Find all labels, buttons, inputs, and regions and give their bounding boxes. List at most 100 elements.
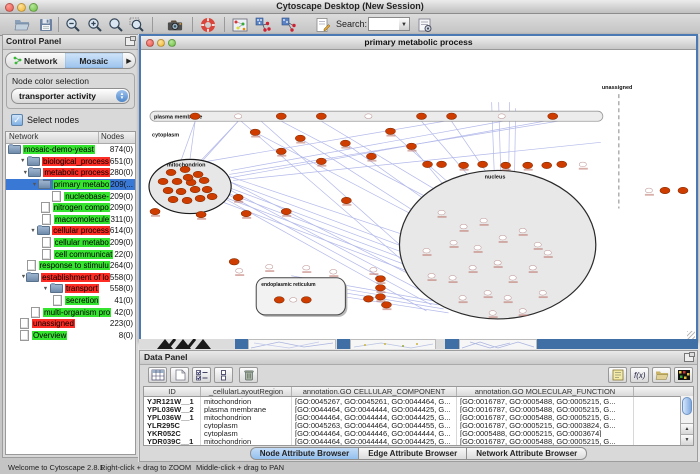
tree-row[interactable]: secretion41(0): [6, 295, 135, 307]
tree-row-label[interactable]: unassigned: [32, 319, 75, 328]
network-node[interactable]: [180, 166, 190, 172]
network-node[interactable]: [190, 186, 200, 192]
network-node[interactable]: [235, 114, 242, 119]
network-node[interactable]: [469, 265, 476, 270]
network-node[interactable]: [459, 296, 466, 301]
network-node[interactable]: [460, 224, 467, 229]
table-row[interactable]: YPL036W__2plasma membrane[GO:0044464, GO…: [144, 405, 693, 413]
background-window-preview[interactable]: [459, 339, 537, 349]
tree-row-label[interactable]: mosaic-demo-yeast: [23, 145, 95, 154]
tree-row[interactable]: ▼establishment of lo558(0): [6, 272, 135, 284]
tree-row[interactable]: nitrogen compo209(0): [6, 202, 135, 214]
vizmapper-nodes-button[interactable]: [253, 16, 273, 33]
network-node[interactable]: [529, 265, 536, 270]
network-node[interactable]: [276, 148, 286, 154]
table-vertical-scrollbar[interactable]: ▲ ▼: [680, 396, 693, 445]
background-window[interactable]: [445, 339, 459, 349]
tree-expand-icon[interactable]: ▼: [29, 228, 38, 234]
table-row[interactable]: YPL036W__1mitochondrion[GO:0044464, GO:0…: [144, 413, 693, 421]
tree-row[interactable]: mosaic-demo-yeast874(0): [6, 144, 135, 156]
tree-column-network[interactable]: Network: [6, 132, 99, 143]
network-node[interactable]: [370, 267, 377, 272]
zoom-selected-button[interactable]: [127, 16, 147, 33]
attribute-table-button[interactable]: [148, 367, 167, 383]
network-canvas[interactable]: plasma membrane cytoplasm mitochondrion …: [141, 50, 696, 340]
tree-row-label[interactable]: secretion: [65, 296, 99, 305]
tab-node-attribute-browser[interactable]: Node Attribute Browser: [250, 447, 360, 460]
scroll-up-icon[interactable]: ▲: [681, 423, 693, 434]
edit-network-button[interactable]: [313, 16, 333, 33]
network-node[interactable]: [236, 268, 243, 273]
network-node[interactable]: [316, 113, 326, 119]
tree-expand-icon[interactable]: ▼: [31, 182, 37, 188]
network-edge[interactable]: [223, 185, 406, 253]
network-node[interactable]: [579, 162, 586, 167]
window-titlebar[interactable]: Cytoscape Desktop (New Session): [0, 0, 700, 14]
background-window[interactable]: [337, 339, 350, 349]
network-node[interactable]: [366, 153, 376, 159]
tree-row[interactable]: nucleobase-209(0): [6, 190, 135, 202]
float-panel-icon[interactable]: [125, 37, 135, 46]
tree-row-label[interactable]: nitrogen compo: [53, 203, 110, 212]
nucleus-compartment[interactable]: [399, 170, 595, 319]
tab-network-attribute-browser[interactable]: Network Attribute Browser: [467, 447, 587, 460]
advanced-search-button[interactable]: [415, 16, 435, 33]
column-header[interactable]: annotation.GO MOLECULAR_FUNCTION: [457, 387, 634, 396]
tab-edge-attribute-browser[interactable]: Edge Attribute Browser: [359, 447, 467, 460]
network-overview-button[interactable]: [230, 16, 250, 33]
network-view-window[interactable]: primary metabolic process plasma membran…: [139, 34, 698, 342]
network-node[interactable]: [303, 265, 310, 270]
select-nodes-checkbox[interactable]: ✓: [11, 114, 23, 126]
table-row[interactable]: YDR039C__1mitochondrion[GO:0044464, GO:0…: [144, 437, 693, 445]
network-edge[interactable]: [201, 121, 238, 160]
zoom-fit-button[interactable]: [106, 16, 126, 33]
network-node[interactable]: [363, 296, 373, 302]
vizmapper-edges-button[interactable]: [279, 16, 299, 33]
column-header[interactable]: ID: [144, 387, 201, 396]
search-dropdown-button[interactable]: ▼: [399, 17, 410, 31]
tab-mosaic[interactable]: Mosaic: [65, 53, 124, 68]
tree-row-label[interactable]: response to stimulu: [39, 261, 110, 270]
network-node[interactable]: [519, 228, 526, 233]
tree-row[interactable]: ▼transport558(0): [6, 283, 135, 295]
network-node[interactable]: [423, 248, 430, 253]
zoom-out-button[interactable]: [63, 16, 83, 33]
table-row[interactable]: YJR121W__1mitochondrion[GO:0045267, GO:0…: [144, 397, 693, 405]
network-node[interactable]: [498, 114, 505, 119]
network-node[interactable]: [176, 188, 186, 194]
network-node[interactable]: [381, 302, 391, 308]
network-node[interactable]: [499, 235, 506, 240]
network-node[interactable]: [489, 311, 496, 316]
attribute-notes-button[interactable]: [608, 367, 627, 383]
zoom-in-button[interactable]: [85, 16, 105, 33]
network-node[interactable]: [375, 276, 385, 282]
plasma-membrane-compartment[interactable]: [150, 111, 603, 121]
network-node[interactable]: [168, 196, 178, 202]
network-node[interactable]: [274, 297, 284, 303]
network-node[interactable]: [229, 259, 239, 265]
network-window-titlebar[interactable]: primary metabolic process: [141, 36, 696, 50]
network-node[interactable]: [290, 298, 297, 303]
network-node[interactable]: [523, 162, 533, 168]
network-node[interactable]: [484, 291, 491, 296]
network-node[interactable]: [539, 291, 546, 296]
tree-row-label[interactable]: biological_process: [42, 157, 110, 166]
network-node[interactable]: [438, 210, 445, 215]
tree-row[interactable]: ▼biological_process651(0): [6, 156, 135, 168]
import-attributes-button[interactable]: [652, 367, 671, 383]
select-attributes-button[interactable]: [192, 367, 211, 383]
network-node[interactable]: [375, 294, 385, 300]
column-header[interactable]: annotation.GO CELLULAR_COMPONENT: [292, 387, 457, 396]
network-node[interactable]: [341, 197, 351, 203]
network-node[interactable]: [193, 171, 203, 177]
network-node[interactable]: [190, 113, 200, 119]
network-node[interactable]: [406, 143, 416, 149]
attribute-matrix-button[interactable]: [674, 367, 693, 383]
tree-row[interactable]: response to stimulu264(0): [6, 260, 135, 272]
network-node[interactable]: [478, 161, 488, 167]
node-color-dropdown[interactable]: transporter activity ▲▼: [11, 88, 130, 104]
network-node[interactable]: [509, 275, 516, 280]
network-node[interactable]: [182, 197, 192, 203]
network-node[interactable]: [172, 178, 182, 184]
network-node[interactable]: [233, 194, 243, 200]
